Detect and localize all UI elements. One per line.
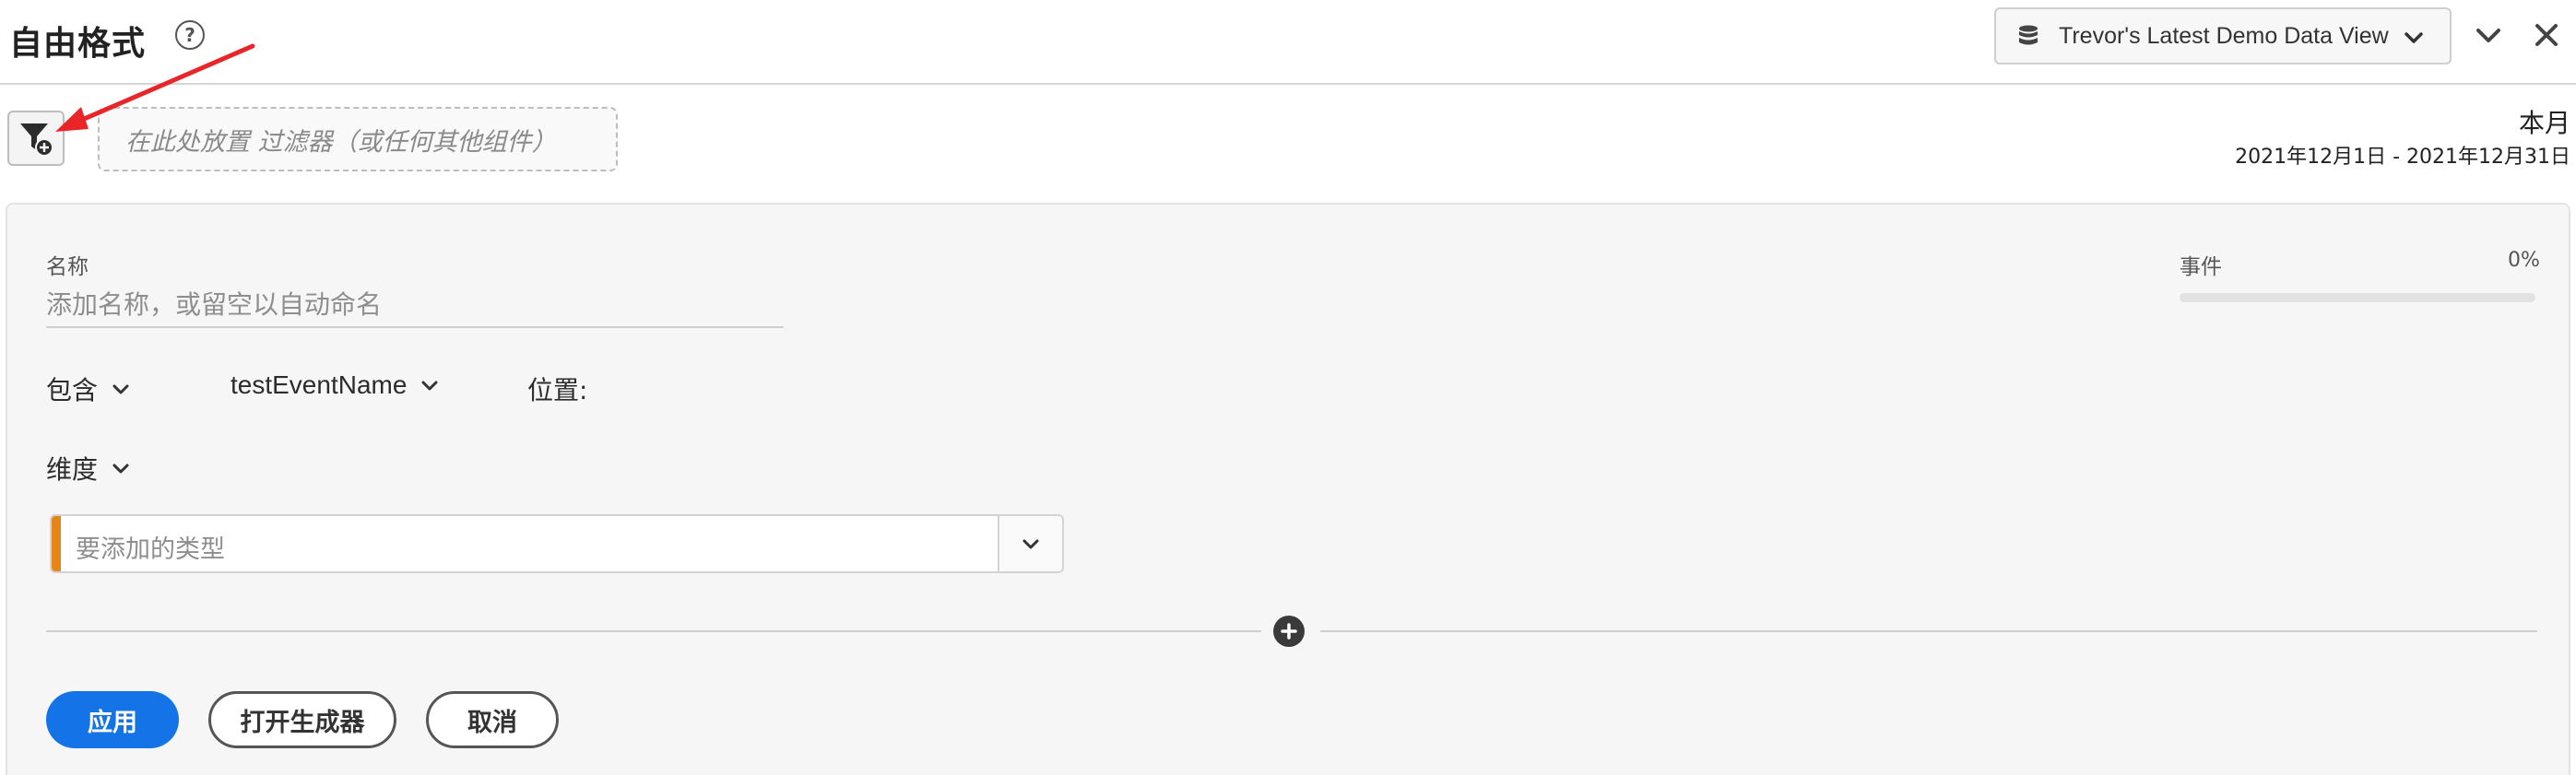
divider xyxy=(1320,630,2537,632)
type-picker-toggle[interactable] xyxy=(998,516,1062,571)
filter-add-icon xyxy=(20,123,53,157)
date-range-value[interactable]: 2021年12月1日 - 2021年12月31日 xyxy=(2235,140,2570,170)
filter-builder-panel: 名称 事件 0% 包含 testEventName 位置: 维度 要添加的类型 xyxy=(6,203,2570,775)
name-label: 名称 xyxy=(46,255,89,279)
panel-header: 自由格式 ? Trevor's Latest Demo Data View xyxy=(0,0,2576,85)
location-label: 位置: xyxy=(527,375,588,405)
page-title: 自由格式 xyxy=(9,25,147,63)
add-filter-button[interactable] xyxy=(7,111,65,166)
drop-zone-text: 在此处放置 过滤器（或任何其他组件） xyxy=(125,127,557,157)
include-dropdown[interactable]: 包含 xyxy=(46,370,131,407)
include-label: 包含 xyxy=(46,375,99,405)
name-input[interactable] xyxy=(46,282,784,328)
plus-circle-icon xyxy=(1281,623,1297,640)
help-icon[interactable]: ? xyxy=(175,20,205,50)
chevron-down-icon xyxy=(421,381,438,391)
type-to-add-placeholder: 要添加的类型 xyxy=(76,535,225,564)
events-percent: 0% xyxy=(2508,249,2540,272)
events-progress-bar xyxy=(2180,293,2535,302)
chevron-down-icon xyxy=(2405,32,2423,43)
chevron-down-icon xyxy=(112,464,129,474)
chevron-down-icon xyxy=(112,384,129,394)
events-label: 事件 xyxy=(2180,255,2222,279)
event-name-label: testEventName xyxy=(230,370,408,399)
data-view-picker[interactable]: Trevor's Latest Demo Data View xyxy=(1994,7,2452,65)
event-name-dropdown[interactable]: testEventName xyxy=(230,370,440,400)
date-range-title[interactable]: 本月 xyxy=(2519,103,2570,140)
dimension-dropdown[interactable]: 维度 xyxy=(46,450,131,487)
data-view-label: Trevor's Latest Demo Data View xyxy=(2059,22,2389,49)
warning-accent xyxy=(52,516,61,571)
type-to-add-combobox[interactable]: 要添加的类型 xyxy=(50,514,1064,573)
dimension-label: 维度 xyxy=(46,454,99,485)
chevron-down-icon xyxy=(1022,539,1039,549)
open-builder-button[interactable]: 打开生成器 xyxy=(208,691,396,748)
cancel-button[interactable]: 取消 xyxy=(426,691,559,748)
apply-button[interactable]: 应用 xyxy=(46,691,179,748)
close-icon[interactable] xyxy=(2532,20,2561,50)
collapse-chevron-icon[interactable] xyxy=(2474,20,2503,50)
filter-drop-zone[interactable]: 在此处放置 过滤器（或任何其他组件） xyxy=(98,107,618,171)
add-rule-button[interactable] xyxy=(1273,616,1305,647)
divider xyxy=(46,630,1261,632)
database-icon xyxy=(2019,25,2038,45)
